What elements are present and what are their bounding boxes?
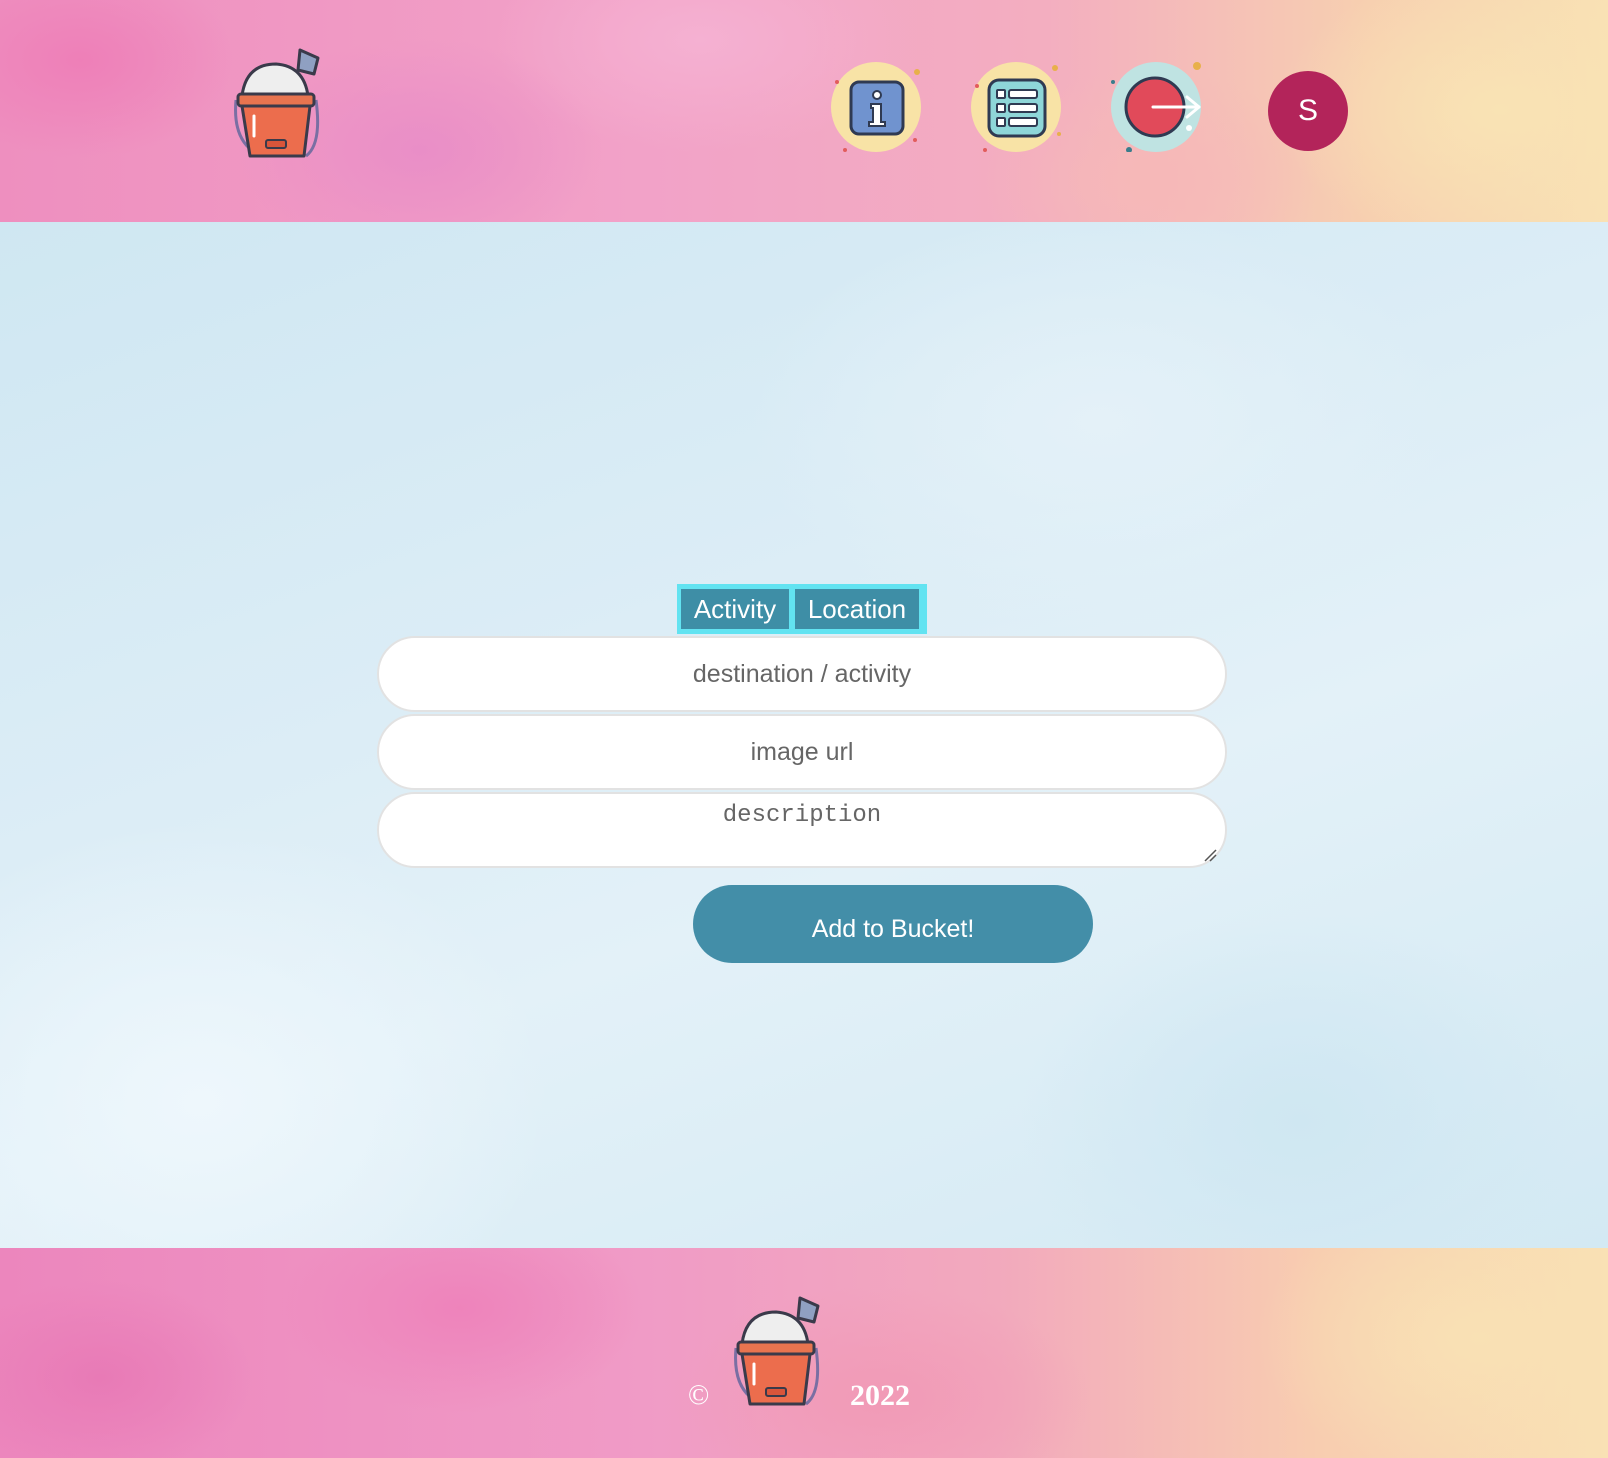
tab-location[interactable]: Location — [795, 589, 919, 629]
user-avatar[interactable]: S — [1268, 71, 1348, 151]
bucket-logo-icon[interactable] — [232, 44, 332, 162]
mode-toggle: Activity Location — [677, 584, 927, 634]
info-button[interactable] — [831, 62, 921, 152]
header-bar: S — [0, 0, 1608, 222]
add-to-bucket-button[interactable]: Add to Bucket! — [693, 885, 1093, 963]
info-icon — [835, 69, 920, 152]
logout-icon — [1111, 62, 1201, 152]
copyright-symbol: © — [688, 1380, 710, 1411]
image-url-input[interactable]: image url — [377, 714, 1227, 790]
destination-input[interactable]: destination / activity — [377, 636, 1227, 712]
tab-activity[interactable]: Activity — [681, 589, 789, 629]
list-icon — [975, 65, 1061, 152]
bucket-logo-icon — [732, 1292, 832, 1410]
copyright-year: 2022 — [850, 1379, 910, 1412]
list-button[interactable] — [971, 62, 1061, 152]
resize-handle-icon[interactable] — [1203, 848, 1217, 862]
description-placeholder: description — [722, 802, 882, 829]
description-textarea[interactable]: description — [377, 792, 1227, 868]
logout-button[interactable] — [1111, 62, 1201, 152]
